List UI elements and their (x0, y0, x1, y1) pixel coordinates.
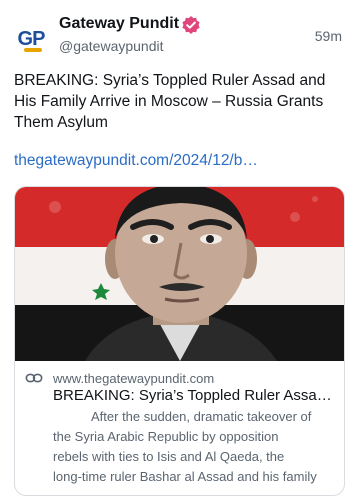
author-handle[interactable]: @gatewaypundit (59, 38, 164, 54)
card-description: After the sudden, dramatic takeover of t… (53, 407, 335, 487)
card-image[interactable] (15, 187, 344, 361)
post-text: BREAKING: Syria’s Toppled Ruler Assad an… (14, 72, 326, 131)
card-description-line: After the sudden, dramatic takeover of (91, 409, 312, 424)
verified-badge-icon (182, 16, 200, 34)
link-icon (25, 373, 43, 383)
author-name[interactable]: Gateway Pundit (59, 15, 179, 33)
card-description-line: the Syria Arabic Republic by opposition (53, 429, 279, 444)
post-timestamp[interactable]: 59m (315, 28, 342, 44)
avatar[interactable]: GP (12, 20, 50, 58)
card-domain[interactable]: www.thegatewaypundit.com (53, 371, 214, 386)
logo-swoosh (24, 48, 42, 52)
post-header: GP Gateway Pundit @gatewaypundit 59m (0, 0, 353, 64)
card-description-line: long-time ruler Bashar al Assad and his … (53, 469, 317, 484)
link-preview-card[interactable]: www.thegatewaypundit.com BREAKING: Syria… (14, 186, 345, 496)
card-title[interactable]: BREAKING: Syria’s Toppled Ruler Assad an… (53, 387, 335, 404)
post-link[interactable]: thegatewaypundit.com/2024/12/b… (14, 152, 258, 170)
card-description-line: rebels with ties to Isis and Al Qaeda, t… (53, 449, 285, 464)
